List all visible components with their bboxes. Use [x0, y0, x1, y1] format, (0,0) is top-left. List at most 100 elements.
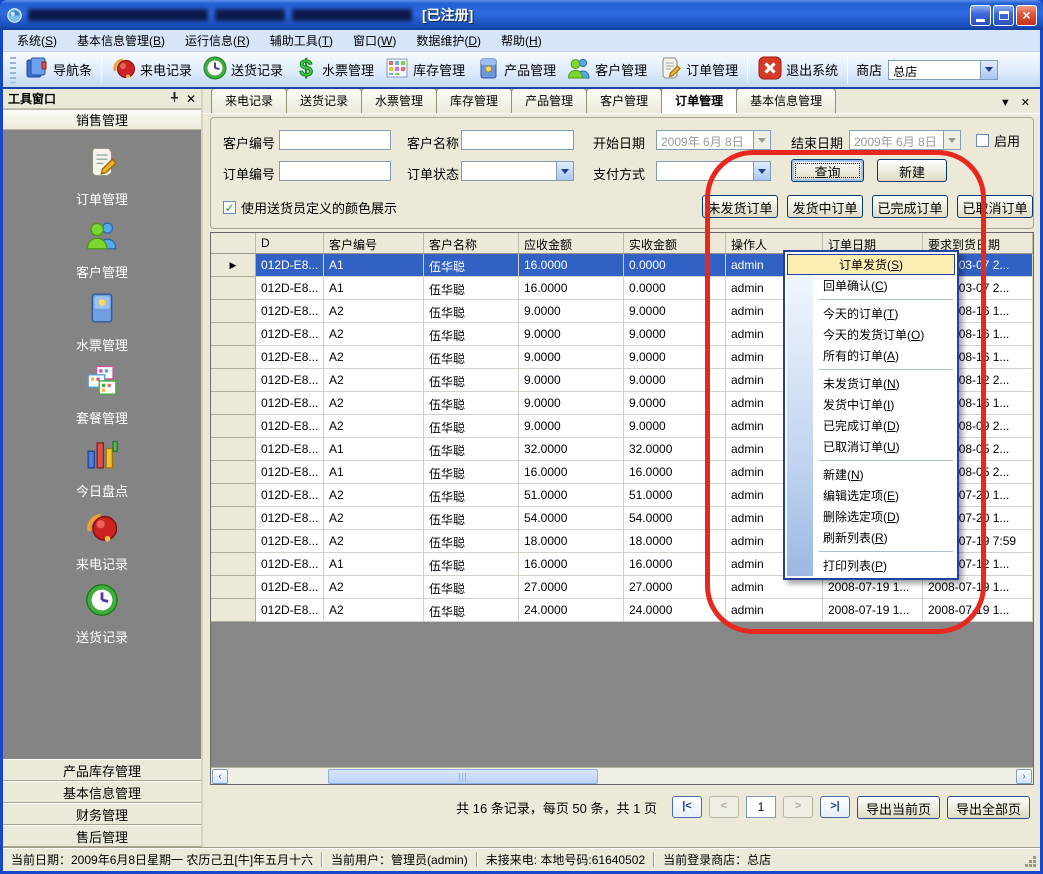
sidebar-item-order-mgmt[interactable]: 订单管理 [76, 144, 128, 208]
tab-list-dropdown-icon[interactable]: ▼ [1000, 97, 1011, 109]
pay-method-select[interactable] [656, 161, 771, 181]
export-current-page-button[interactable]: 导出当前页 [857, 796, 940, 819]
column-header-4[interactable]: 实收金额 [624, 233, 726, 254]
tab-water-ticket[interactable]: 水票管理 [361, 89, 437, 113]
toolbar-navbar-button[interactable]: 导航条 [19, 53, 97, 86]
row-selector-cell[interactable] [211, 484, 256, 507]
row-selector-cell[interactable] [211, 553, 256, 576]
page-number-input[interactable] [746, 796, 776, 818]
shipping-orders-button[interactable]: 发货中订单 [787, 195, 863, 218]
toolbar-clock-button[interactable]: 送货记录 [197, 53, 288, 86]
tab-customer[interactable]: 客户管理 [586, 89, 662, 113]
row-selector-cell[interactable] [211, 461, 256, 484]
row-selector-cell[interactable] [211, 346, 256, 369]
new-button[interactable]: 新建 [877, 159, 947, 182]
row-selector-cell[interactable] [211, 277, 256, 300]
tab-inventory[interactable]: 库存管理 [436, 89, 512, 113]
context-menu-ship-order[interactable]: 订单发货(S) [787, 254, 955, 275]
enable-date-checkbox[interactable] [976, 134, 989, 147]
scrollbar-thumb[interactable] [328, 769, 598, 784]
completed-orders-button[interactable]: 已完成订单 [872, 195, 948, 218]
toolbar-dollar-button[interactable]: $水票管理 [288, 53, 379, 86]
context-menu-all-orders[interactable]: 所有的订单(A) [787, 345, 955, 366]
row-selector-cell[interactable] [211, 369, 256, 392]
sidebar-section-basic-info-mgmt[interactable]: 基本信息管理 [3, 781, 201, 803]
toolbar-box-button[interactable]: 产品管理 [470, 53, 561, 86]
export-all-pages-button[interactable]: 导出全部页 [947, 796, 1030, 819]
start-date-picker[interactable]: 2009年 6月 8日 [656, 130, 771, 150]
toolbar-drag-handle[interactable] [10, 57, 16, 83]
toolbar-bell-button[interactable]: 来电记录 [106, 53, 197, 86]
context-menu-unshipped-orders[interactable]: 未发货订单(N) [787, 373, 955, 394]
context-menu-new-order[interactable]: 新建(N) [787, 464, 955, 485]
sidebar-section-sales[interactable]: 销售管理 [3, 109, 201, 130]
cancelled-orders-button[interactable]: 已取消订单 [957, 195, 1033, 218]
sidebar-item-package-mgmt[interactable]: 套餐管理 [76, 363, 128, 427]
context-menu-edit-selected[interactable]: 编辑选定项(E) [787, 485, 955, 506]
toolbar-grid-button[interactable]: 库存管理 [379, 53, 470, 86]
sidebar-section-product-stock-mgmt[interactable]: 产品库存管理 [3, 759, 201, 781]
row-selector-cell[interactable] [211, 415, 256, 438]
color-display-checkbox[interactable] [223, 201, 236, 214]
close-button[interactable]: × [1016, 5, 1037, 26]
table-row[interactable]: 012D-E8...A2伍华聪24.000024.0000admin2008-0… [211, 599, 1033, 622]
row-selector-cell[interactable] [211, 323, 256, 346]
context-menu-print-list[interactable]: 打印列表(P) [787, 555, 955, 576]
customer-name-input[interactable] [461, 130, 574, 150]
sidebar-item-delivery-records[interactable]: 送货记录 [76, 582, 128, 646]
row-selector-cell[interactable] [211, 300, 256, 323]
tab-close-icon[interactable]: ✕ [1021, 96, 1030, 109]
menu-runtime-info[interactable]: 运行信息(R) [175, 30, 260, 52]
row-selector-cell[interactable] [211, 530, 256, 553]
prev-page-button[interactable]: < [709, 796, 739, 818]
sidebar-close-icon[interactable]: ✕ [186, 92, 196, 106]
menu-basic-info[interactable]: 基本信息管理(B) [67, 30, 175, 52]
row-selector-cell[interactable] [211, 392, 256, 415]
context-menu-shipping-orders[interactable]: 发货中订单(I) [787, 394, 955, 415]
order-status-select[interactable] [461, 161, 574, 181]
row-selector-cell[interactable] [211, 507, 256, 530]
query-button[interactable]: 查询 [791, 159, 864, 182]
minimize-button[interactable] [970, 5, 991, 26]
menu-aux-tools[interactable]: 辅助工具(T) [260, 30, 343, 52]
sidebar-item-call-records[interactable]: 来电记录 [76, 509, 128, 573]
toolbar-order-button[interactable]: 订单管理 [652, 53, 743, 86]
row-selector-cell[interactable] [211, 576, 256, 599]
pin-icon[interactable] [169, 91, 180, 106]
context-menu-completed-orders[interactable]: 已完成订单(D) [787, 415, 955, 436]
row-selector-cell[interactable]: ▶ [211, 254, 256, 277]
column-header-2[interactable]: 客户名称 [424, 233, 519, 254]
scroll-right-arrow[interactable]: › [1016, 769, 1032, 784]
menu-help[interactable]: 帮助(H) [491, 30, 552, 52]
row-selector-cell[interactable] [211, 438, 256, 461]
context-menu-refresh-list[interactable]: 刷新列表(R) [787, 527, 955, 548]
sidebar-item-customer-mgmt[interactable]: 客户管理 [76, 217, 128, 281]
unshipped-orders-button[interactable]: 未发货订单 [702, 195, 778, 218]
order-no-input[interactable] [279, 161, 391, 181]
tab-basic-info[interactable]: 基本信息管理 [736, 89, 836, 113]
tab-delivery-records[interactable]: 送货记录 [286, 89, 362, 113]
sidebar-item-today-check[interactable]: 今日盘点 [76, 436, 128, 500]
end-date-picker[interactable]: 2009年 6月 8日 [849, 130, 961, 150]
row-selector-cell[interactable] [211, 599, 256, 622]
menu-window[interactable]: 窗口(W) [343, 30, 406, 52]
menu-system[interactable]: 系统(S) [7, 30, 67, 52]
next-page-button[interactable]: > [783, 796, 813, 818]
sidebar-section-after-sale-mgmt[interactable]: 售后管理 [3, 825, 201, 847]
tab-order[interactable]: 订单管理 [661, 89, 737, 113]
toolbar-people-button[interactable]: 客户管理 [561, 53, 652, 86]
first-page-button[interactable]: |< [672, 796, 702, 818]
scroll-left-arrow[interactable]: ‹ [212, 769, 228, 784]
context-menu-receipt-confirm[interactable]: 回单确认(C) [787, 275, 955, 296]
column-header-3[interactable]: 应收金额 [519, 233, 624, 254]
context-menu-today-ship-orders[interactable]: 今天的发货订单(O) [787, 324, 955, 345]
menu-data-maintenance[interactable]: 数据维护(D) [406, 30, 491, 52]
resize-grip[interactable] [1033, 864, 1036, 867]
column-header-1[interactable]: 客户编号 [324, 233, 424, 254]
shop-select[interactable]: 总店 [888, 60, 998, 80]
tab-call-records[interactable]: 来电记录 [211, 89, 287, 113]
context-menu-today-orders[interactable]: 今天的订单(T) [787, 303, 955, 324]
restore-button[interactable] [993, 5, 1014, 26]
context-menu-delete-selected[interactable]: 删除选定项(D) [787, 506, 955, 527]
context-menu-cancelled-orders[interactable]: 已取消订单(U) [787, 436, 955, 457]
